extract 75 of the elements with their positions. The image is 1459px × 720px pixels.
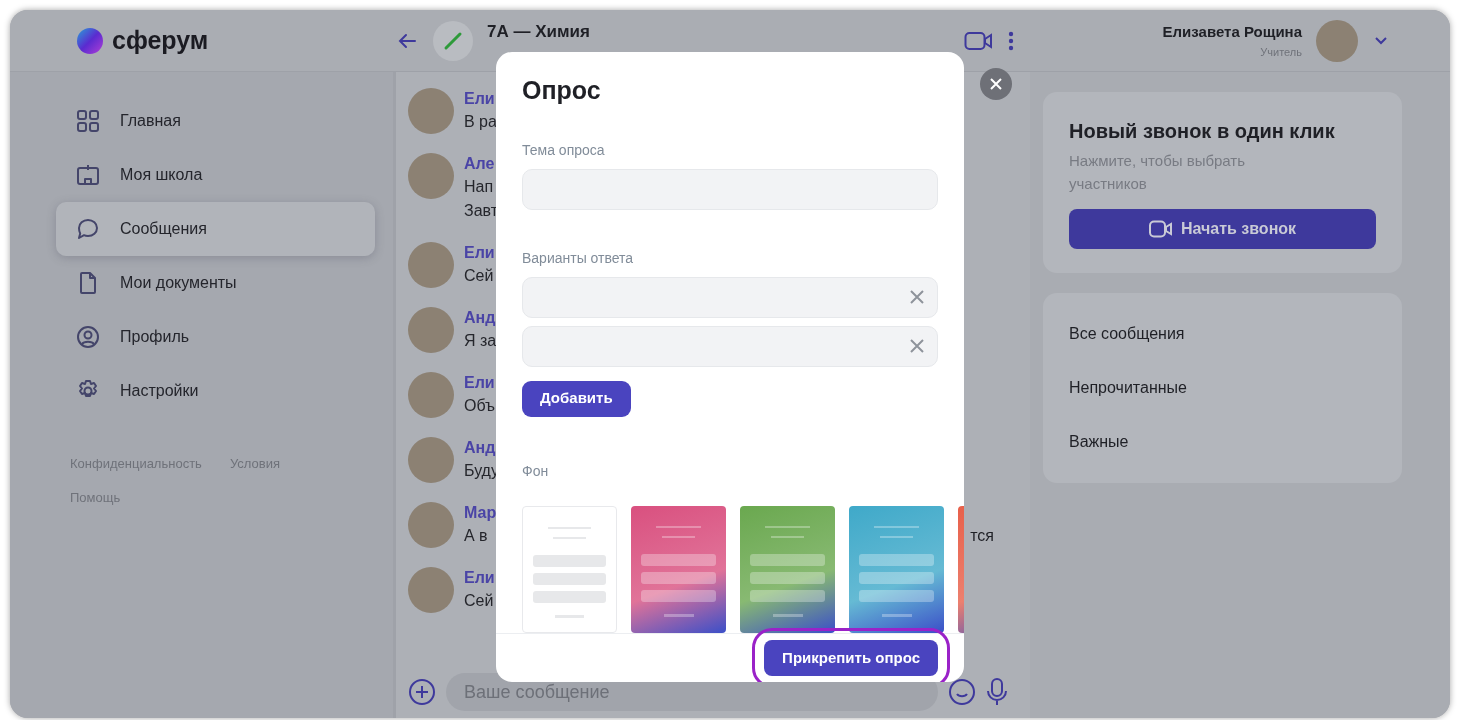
call-card-title: Новый звонок в один клик: [1069, 119, 1336, 144]
add-answer-button[interactable]: Добавить: [522, 380, 631, 417]
message-text: Объ: [464, 396, 496, 416]
message-text: тся: [970, 526, 994, 546]
filter-item[interactable]: Все сообщения: [1069, 307, 1376, 361]
field-label: Варианты ответа: [522, 248, 635, 268]
grid-icon: [76, 109, 100, 133]
background-option[interactable]: [849, 505, 944, 633]
user-avatar: [1316, 19, 1358, 62]
background-option[interactable]: [631, 505, 726, 633]
speech-bubble-icon: [76, 217, 100, 241]
call-card-subtitle: Нажмите, чтобы выбрать участников: [1069, 151, 1247, 194]
start-call-button[interactable]: Начать звонок: [1069, 209, 1376, 249]
message-text: Нап: [464, 177, 495, 197]
message-text: В ра: [464, 112, 497, 132]
message-author: Ели: [464, 243, 495, 263]
answer-input[interactable]: [522, 325, 938, 367]
sidebar-item[interactable]: Профиль: [56, 310, 375, 364]
dialog-title: Опрос: [522, 75, 602, 106]
logo-text: сферум: [112, 24, 209, 56]
avatar: [408, 153, 454, 199]
avatar: [408, 437, 454, 483]
field-label: Тема опроса: [522, 140, 606, 160]
message-author: Анд: [464, 438, 497, 458]
pencil-avatar-icon: [433, 20, 473, 61]
avatar: [408, 307, 454, 353]
filter-item[interactable]: Непрочитанные: [1069, 361, 1376, 415]
message-text: Сей: [464, 591, 495, 611]
smiley-icon: [948, 678, 976, 706]
avatar: [408, 567, 454, 613]
voice-button[interactable]: [986, 677, 1008, 707]
user-name: Елизавета Рощина: [1162, 22, 1302, 42]
sidebar-item[interactable]: Моя школа: [56, 148, 375, 202]
emoji-button[interactable]: [948, 678, 976, 706]
sphere-logo-icon: [76, 26, 104, 55]
plus-circle-icon: [408, 678, 436, 706]
kebab-menu-icon: [1008, 31, 1014, 52]
message-text: Завт: [464, 201, 499, 221]
profile-icon: [76, 325, 100, 349]
message-text: Сей: [464, 266, 495, 286]
sidebar-item[interactable]: Сообщения: [56, 202, 375, 256]
chevron-down-icon: [1374, 36, 1388, 47]
message-author: Анд: [464, 308, 497, 328]
message-text: А в: [464, 526, 489, 546]
filter-item[interactable]: Важные: [1069, 415, 1376, 469]
user-role: Учитель: [1259, 44, 1302, 60]
close-icon: [909, 338, 925, 354]
message-author: Ели: [464, 373, 496, 393]
sidebar-item[interactable]: Мои документы: [56, 256, 375, 310]
field-label: Фон: [522, 461, 550, 481]
avatar: [408, 502, 454, 548]
sidebar-item[interactable]: Настройки: [56, 364, 375, 418]
chat-title: 7А — Химия: [487, 20, 590, 43]
message-author: Ели: [464, 568, 495, 588]
avatar: [408, 372, 454, 418]
school-icon: [76, 163, 100, 187]
avatar: [408, 242, 454, 288]
message-author: Ели: [464, 89, 496, 109]
close-icon: [990, 78, 1002, 90]
message-text: Я за: [464, 331, 497, 351]
attach-button[interactable]: [408, 678, 436, 706]
remove-answer-button[interactable]: [909, 289, 925, 305]
background-option[interactable]: [740, 505, 835, 633]
sidebar-item[interactable]: Главная: [56, 94, 375, 148]
video-camera-icon: [964, 30, 994, 53]
remove-answer-button[interactable]: [909, 338, 925, 354]
topic-input[interactable]: [522, 168, 938, 210]
answer-input[interactable]: [522, 276, 938, 318]
microphone-icon: [986, 677, 1008, 707]
attach-poll-button[interactable]: Прикрепить опрос: [764, 639, 938, 676]
close-icon: [909, 289, 925, 305]
video-camera-icon: [1148, 220, 1173, 238]
message-author: Мар: [464, 503, 497, 523]
avatar: [408, 88, 454, 134]
message-author: Але: [464, 154, 496, 174]
